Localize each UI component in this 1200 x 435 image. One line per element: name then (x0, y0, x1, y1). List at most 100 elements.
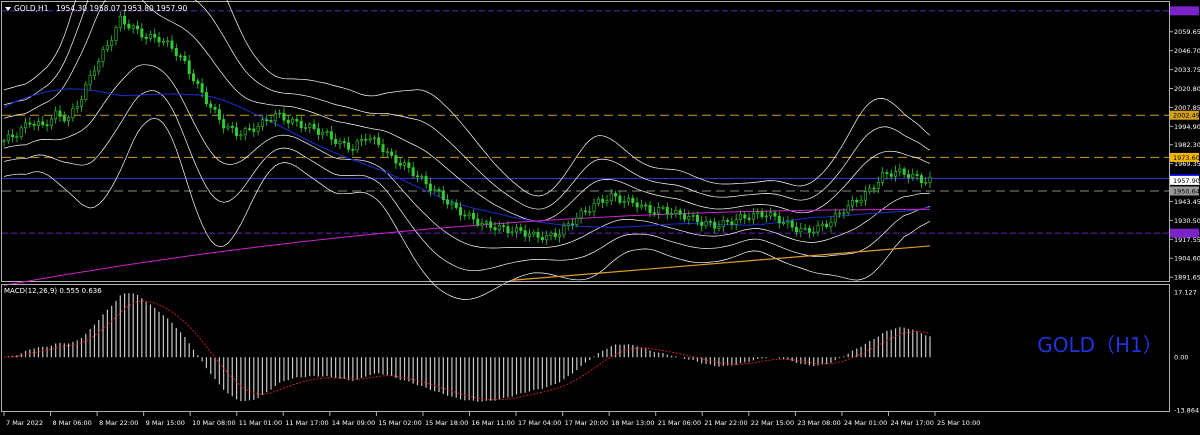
candle-body (71, 108, 75, 118)
candle-body (278, 112, 282, 115)
candle-body (19, 127, 23, 138)
time-tick-label: 10 Mar 08:00 (192, 419, 235, 427)
candle-body (247, 128, 251, 130)
candle-body (32, 123, 36, 126)
candle-body (760, 211, 764, 217)
candle-body (467, 212, 471, 216)
candle-body (170, 40, 174, 49)
time-tick-label: 21 Mar 22:00 (704, 419, 747, 427)
candle-body (566, 223, 570, 227)
price-chart-canvas[interactable]: GOLD（H1） GOLD,H1 1954.30 1958.07 1953.80… (0, 0, 1200, 431)
candle-body (631, 197, 635, 203)
candle-body (889, 173, 893, 177)
time-tick-label: 17 Mar 20:00 (565, 419, 608, 427)
candle-body (355, 140, 359, 151)
candle-body (881, 172, 885, 183)
time-tick-label: 16 Mar 11:00 (472, 419, 515, 427)
candle-body (799, 228, 803, 233)
candle-body (256, 126, 260, 132)
candle-body (260, 119, 264, 127)
time-tick-label: 23 Mar 08:00 (797, 419, 840, 427)
candle-body (385, 151, 389, 154)
candle-body (415, 175, 419, 178)
candle-body (773, 212, 777, 217)
candle-body (84, 84, 88, 100)
candle-body (627, 197, 631, 202)
candle-body (825, 223, 829, 227)
candle-body (756, 211, 760, 214)
candle-body (738, 214, 742, 221)
candle-body (670, 213, 674, 215)
candle-body (493, 227, 497, 231)
candle-body (351, 149, 355, 151)
chart-background (0, 0, 1200, 431)
price-axis[interactable]: 2059.65 2046.70 2033.75 2020.80 2007.85 1994.… (1169, 6, 1200, 282)
macd-tick-label: 17.127 (1174, 289, 1197, 297)
candle-body (571, 223, 575, 226)
price-tick-label: 1904.60 (1174, 255, 1200, 263)
price-tick-label: 1994.90 (1174, 123, 1200, 131)
candle-body (855, 199, 859, 203)
candle-body (730, 221, 734, 225)
candle-body (269, 120, 273, 122)
candle-body (235, 127, 239, 137)
candle-body (553, 232, 557, 238)
time-tick-label: 24 Mar 17:00 (890, 419, 933, 427)
price-tick-label: 1982.30 (1174, 141, 1200, 149)
candle-body (403, 162, 407, 166)
candle-body (282, 112, 286, 121)
candle-body (428, 183, 432, 192)
candle-body (329, 131, 333, 140)
candle-body (919, 175, 923, 184)
candle-body (105, 45, 109, 50)
candle-body (695, 214, 699, 223)
price-tick-label: 2046.70 (1174, 47, 1200, 55)
candle-body (424, 175, 428, 185)
candle-body (243, 128, 247, 136)
time-tick-label: 14 Mar 09:00 (332, 419, 375, 427)
symbol-label: GOLD,H1 (14, 4, 49, 13)
ohlc-values: 1954.30 1958.07 1953.80 1957.90 (56, 4, 187, 13)
candle-body (291, 118, 295, 124)
candle-body (6, 134, 10, 142)
candle-body (704, 221, 708, 226)
candle-body (334, 138, 338, 145)
candle-body (153, 33, 157, 38)
candle-body (708, 221, 712, 223)
candle-body (924, 181, 928, 184)
candle-body (850, 199, 854, 207)
candle-body (747, 217, 751, 220)
candle-body (816, 225, 820, 233)
candle-body (596, 198, 600, 204)
candle-body (54, 110, 58, 120)
chart-window[interactable]: GOLD（H1） GOLD,H1 1954.30 1958.07 1953.80… (0, 0, 1200, 431)
candle-body (657, 207, 661, 214)
candle-body (506, 226, 510, 234)
price-tick-label: 2007.85 (1174, 104, 1200, 112)
candle-body (295, 118, 299, 122)
time-tick-label: 15 Mar 02:00 (378, 419, 421, 427)
candle-body (782, 222, 786, 224)
time-tick-label: 11 Mar 01:00 (239, 419, 282, 427)
candle-body (239, 134, 243, 137)
candle-body (148, 33, 152, 39)
candle-body (622, 201, 626, 203)
candle-body (114, 27, 118, 41)
candle-body (583, 210, 587, 213)
candle-body (829, 221, 833, 227)
candle-body (928, 176, 932, 183)
candle-body (687, 215, 691, 220)
candle-body (635, 202, 639, 208)
candle-body (97, 61, 101, 72)
candle-body (786, 220, 790, 223)
candle-body (394, 155, 398, 164)
candle-body (519, 227, 523, 231)
candle-body (36, 121, 40, 126)
candle-body (536, 231, 540, 238)
candle-body (321, 132, 325, 135)
candle-body (140, 28, 144, 38)
time-tick-label: 17 Mar 04:00 (518, 419, 561, 427)
candle-body (532, 231, 536, 235)
candle-body (192, 73, 196, 82)
candle-body (308, 123, 312, 128)
